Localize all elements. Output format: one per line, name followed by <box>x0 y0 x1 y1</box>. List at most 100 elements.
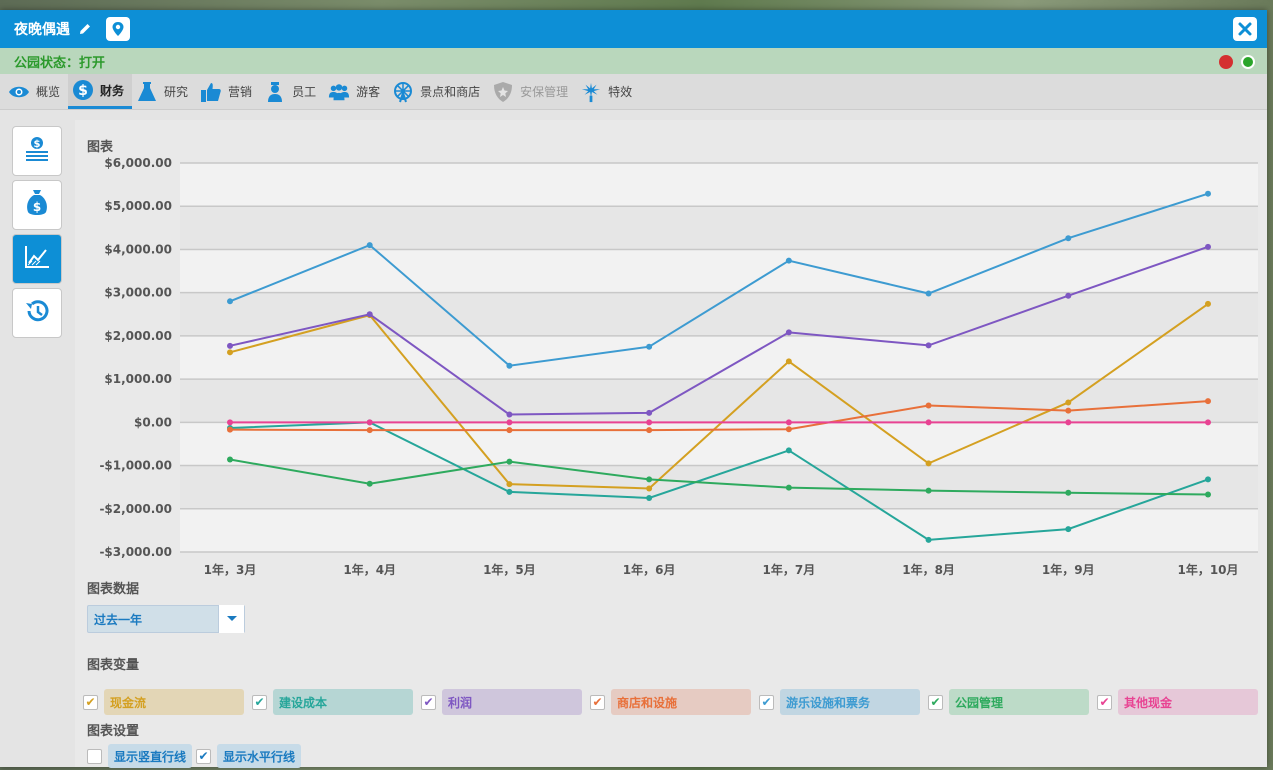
data-point <box>785 447 792 454</box>
data-point <box>925 487 932 494</box>
x-tick-label: 1年，4月 <box>343 562 396 577</box>
checkbox[interactable]: ✔ <box>196 748 211 764</box>
chart-variable-toggle[interactable]: ✔ 商店和设施 <box>590 689 751 715</box>
finance-sidebar: $ $ <box>12 126 62 342</box>
plot-band <box>180 163 1258 207</box>
chart-variable-toggle[interactable]: ✔ 利润 <box>421 689 582 715</box>
plot-band <box>180 206 1258 250</box>
data-point <box>227 456 233 463</box>
open-park-toggle[interactable] <box>1241 55 1255 69</box>
chart-setting-toggle[interactable]: ✔ 显示水平行线 <box>196 744 302 768</box>
tab-label: 研究 <box>164 85 189 99</box>
staff-icon <box>264 81 286 103</box>
checkbox[interactable]: ✔ <box>83 694 98 710</box>
variable-label: 游乐设施和票务 <box>780 689 920 715</box>
finance-summary-button[interactable]: $ <box>12 126 62 176</box>
svg-text:$: $ <box>34 139 41 150</box>
y-tick-label: $3,000.00 <box>104 286 172 300</box>
setting-label: 显示水平行线 <box>217 744 302 768</box>
y-tick-label: -$2,000.00 <box>99 502 172 516</box>
tab-dollar[interactable]: $ 财务 <box>68 74 133 109</box>
pencil-icon[interactable] <box>78 22 92 36</box>
money-bag-icon: $ <box>25 189 49 221</box>
x-tick-label: 1年，5月 <box>483 562 536 577</box>
finance-summary-icon: $ <box>24 136 50 166</box>
setting-label: 显示竖直行线 <box>108 744 193 768</box>
tab-shield[interactable]: 安保管理 <box>488 74 576 109</box>
variable-label: 公园管理 <box>949 689 1089 715</box>
tab-fireworks[interactable]: 特效 <box>576 74 640 109</box>
finance-line-chart: $6,000.00 $5,000.00 $4,000.00 $3,000.00 $2,0… <box>99 156 1258 577</box>
tab-label: 营销 <box>228 85 253 99</box>
data-point <box>506 427 513 434</box>
data-point <box>925 419 932 426</box>
data-point <box>925 402 932 409</box>
data-point <box>227 349 233 356</box>
history-button[interactable] <box>12 288 62 338</box>
tab-label: 特效 <box>608 85 633 99</box>
data-point <box>227 342 233 349</box>
tab-label: 概览 <box>36 85 61 99</box>
chart-button[interactable] <box>12 234 62 284</box>
checkbox[interactable]: ✔ <box>421 694 436 710</box>
close-button[interactable] <box>1233 17 1257 41</box>
checkbox[interactable]: ✔ <box>252 694 267 710</box>
title-bar: 夜晚偶遇 <box>0 10 1267 48</box>
tab-guests[interactable]: 游客 <box>324 74 388 109</box>
park-window: 夜晚偶遇 公园状态：打开 概览 $ 财务 研究 营销 员工 游客 景点和商店 安保管理 特效 $ $… <box>0 10 1267 768</box>
checkbox[interactable]: ✔ <box>928 694 943 710</box>
close-icon <box>1238 22 1252 36</box>
ferris-wheel-icon <box>392 81 414 103</box>
x-tick-label: 1年，9月 <box>1042 562 1095 577</box>
svg-text:$: $ <box>33 200 41 214</box>
data-point <box>785 329 792 336</box>
tab-flask[interactable]: 研究 <box>132 74 196 109</box>
tab-label: 景点和商店 <box>420 85 481 99</box>
variable-label: 现金流 <box>104 689 244 715</box>
y-tick-label: $2,000.00 <box>104 329 172 343</box>
data-point <box>646 476 653 483</box>
data-point <box>506 419 513 426</box>
data-point <box>1065 419 1072 426</box>
money-bag-button[interactable]: $ <box>12 180 62 230</box>
tab-staff[interactable]: 员工 <box>260 74 324 109</box>
close-park-toggle[interactable] <box>1219 55 1233 69</box>
tab-ferris-wheel[interactable]: 景点和商店 <box>388 74 488 109</box>
time-range-dropdown[interactable]: 过去一年 <box>87 605 245 633</box>
data-point <box>1065 526 1072 533</box>
y-tick-label: -$3,000.00 <box>99 545 172 559</box>
data-point <box>1205 476 1211 483</box>
location-pin-icon <box>112 22 124 36</box>
y-tick-label: $4,000.00 <box>104 242 172 256</box>
park-name: 夜晚偶遇 <box>14 22 70 38</box>
data-point <box>646 494 653 501</box>
checkbox[interactable] <box>87 748 102 764</box>
data-point <box>1205 300 1211 307</box>
data-point <box>506 481 513 488</box>
x-tick-label: 1年，6月 <box>623 562 676 577</box>
tab-eye[interactable]: 概览 <box>4 74 68 109</box>
data-point <box>785 419 792 426</box>
park-status-bar: 公园状态：打开 <box>0 48 1267 74</box>
chart-setting-toggle[interactable]: 显示竖直行线 <box>87 744 193 768</box>
thumbs-up-icon <box>200 81 222 103</box>
location-button[interactable] <box>106 17 130 41</box>
data-point <box>227 426 233 433</box>
tab-label: 游客 <box>356 85 381 99</box>
checkbox[interactable]: ✔ <box>1097 694 1112 710</box>
data-point <box>1205 190 1211 197</box>
tab-thumbs-up[interactable]: 营销 <box>196 74 260 109</box>
checkbox[interactable]: ✔ <box>759 694 774 710</box>
chart-variable-toggle[interactable]: ✔ 现金流 <box>83 689 244 715</box>
y-tick-label: -$1,000.00 <box>99 459 172 473</box>
data-point <box>506 458 513 465</box>
chart-variable-toggle[interactable]: ✔ 公园管理 <box>928 689 1089 715</box>
data-point <box>1065 235 1072 242</box>
chart-variable-toggle[interactable]: ✔ 建设成本 <box>252 689 413 715</box>
chevron-down-icon[interactable] <box>218 605 244 633</box>
chart-variable-toggle[interactable]: ✔ 游乐设施和票务 <box>759 689 920 715</box>
dollar-icon: $ <box>72 79 94 101</box>
tab-bar: 概览 $ 财务 研究 营销 员工 游客 景点和商店 安保管理 特效 <box>0 74 1267 110</box>
chart-variable-toggle[interactable]: ✔ 其他现金 <box>1097 689 1258 715</box>
checkbox[interactable]: ✔ <box>590 694 605 710</box>
